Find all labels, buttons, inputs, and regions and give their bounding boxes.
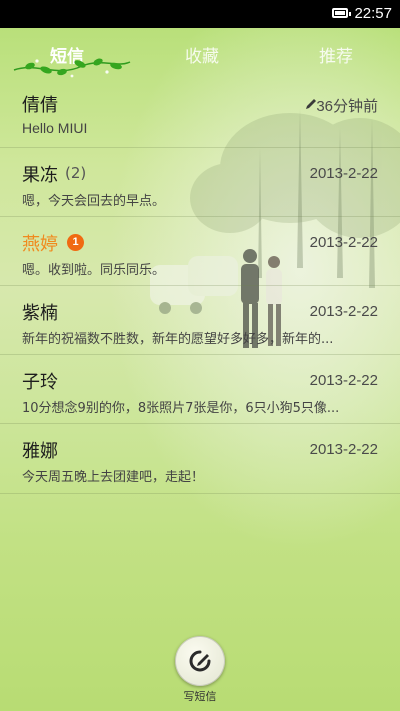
thread-contact-name: 雅娜	[22, 441, 58, 462]
thread-contact-name: 紫楠	[22, 303, 58, 324]
thread-preview: 嗯，今天会回去的早点。	[22, 194, 166, 209]
status-bar: 22:57	[0, 0, 400, 28]
compose-icon	[189, 650, 211, 672]
tab-favorites[interactable]: 收藏	[185, 42, 219, 67]
thread-row[interactable]: 燕婷 1 2013-2-22 嗯。收到啦。同乐同乐。	[0, 216, 400, 286]
thread-preview: 嗯。收到啦。同乐同乐。	[22, 263, 166, 278]
thread-date: 36分钟前	[316, 98, 378, 115]
thread-contact-name: 子玲	[22, 372, 58, 393]
thread-row[interactable]: 雅娜 2013-2-22 今天周五晚上去团建吧，走起！	[0, 423, 400, 494]
thread-preview: 今天周五晚上去团建吧，走起！	[22, 470, 205, 485]
battery-full-icon	[332, 8, 351, 18]
thread-contact-name: 倩倩	[22, 95, 58, 116]
thread-contact-name: 果冻	[22, 165, 58, 186]
status-clock: 22:57	[354, 5, 392, 22]
thread-date: 2013-2-22	[309, 372, 378, 389]
thread-row[interactable]: 倩倩 36分钟前 Hello MIUI	[0, 78, 400, 147]
thread-date: 2013-2-22	[309, 234, 378, 251]
thread-row[interactable]: 子玲 2013-2-22 10分想念9别的你，8张照片7张是你，6只小狗5只像.…	[0, 354, 400, 424]
thread-preview: Hello MIUI	[22, 120, 88, 136]
thread-preview: 10分想念9别的你，8张照片7张是你，6只小狗5只像...	[22, 401, 340, 416]
thread-contact-name: 燕婷	[22, 234, 58, 255]
thread-row[interactable]: 紫楠 2013-2-22 新年的祝福数不胜数，新年的愿望好多好多，新年的...	[0, 285, 400, 355]
compose-button[interactable]	[175, 636, 225, 686]
compose-button-label: 写短信	[183, 690, 217, 703]
unread-badge: 1	[67, 234, 84, 251]
thread-date: 2013-2-22	[309, 441, 378, 458]
tab-recommended[interactable]: 推荐	[319, 42, 353, 67]
thread-date: 2013-2-22	[309, 165, 378, 182]
thread-message-count: (2)	[65, 164, 87, 182]
thread-row[interactable]: 果冻 (2) 2013-2-22 嗯，今天会回去的早点。	[0, 147, 400, 217]
thread-preview: 新年的祝福数不胜数，新年的愿望好多好多，新年的...	[22, 332, 334, 347]
thread-date: 2013-2-22	[309, 303, 378, 320]
